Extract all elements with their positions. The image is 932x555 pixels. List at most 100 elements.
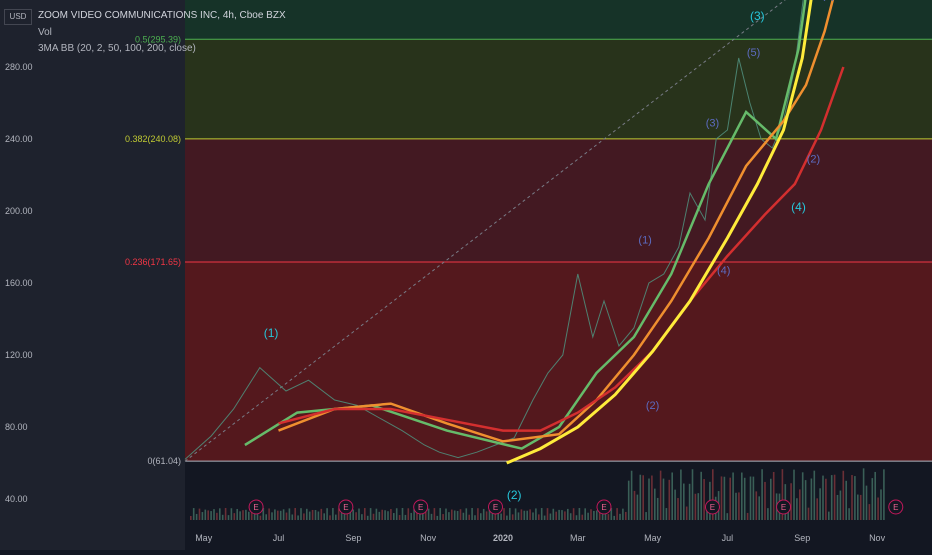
volume-bar — [746, 512, 749, 520]
currency-label: USD — [4, 9, 32, 25]
volume-bar — [369, 508, 372, 520]
x-tick-label: Nov — [420, 533, 437, 543]
volume-bar — [233, 513, 236, 520]
volume-bar — [219, 508, 221, 520]
volume-bar — [430, 513, 433, 520]
volume-bar — [596, 510, 598, 520]
volume-bar — [459, 509, 462, 520]
volume-bar — [569, 513, 572, 520]
volume-bar — [268, 508, 270, 520]
volume-bar — [616, 508, 618, 520]
volume-bar — [259, 515, 262, 520]
earnings-marker-label: E — [493, 503, 498, 512]
volume-bar — [395, 508, 398, 520]
volume-bar — [726, 513, 729, 520]
volume-bar — [378, 511, 381, 520]
volume-bar — [555, 511, 557, 520]
fib-level-label: 0(61.04) — [147, 456, 181, 466]
volume-bar — [230, 508, 233, 520]
volume-bar — [755, 491, 758, 520]
volume-bar — [207, 510, 209, 520]
volume-bar — [584, 508, 586, 520]
volume-bar — [340, 512, 343, 520]
volume-bar — [793, 469, 795, 520]
y-tick-label: 160.00 — [5, 278, 33, 288]
chart-title: ZOOM VIDEO COMMUNICATIONS INC, 4h, Cboe … — [38, 10, 286, 21]
volume-bar — [761, 469, 763, 520]
volume-bar — [630, 470, 633, 520]
volume-bar — [799, 489, 801, 520]
volume-bar — [871, 478, 874, 520]
volume-bar — [859, 494, 862, 520]
volume-bar — [607, 514, 610, 520]
volume-bar — [743, 477, 746, 520]
volume-bar — [836, 494, 839, 520]
volume-bar — [619, 513, 621, 520]
volume-bar — [654, 488, 656, 520]
volume-bar — [790, 483, 792, 520]
volume-bar — [372, 513, 375, 520]
volume-bar — [311, 509, 314, 520]
volume-bar — [355, 512, 357, 520]
volume-bar — [703, 479, 705, 520]
volume-bar — [816, 498, 818, 520]
bollinger-indicator-label[interactable]: 3MA BB (20, 2, 50, 100, 200, close) — [38, 43, 196, 54]
earnings-marker-label: E — [253, 503, 258, 512]
volume-bar — [877, 497, 879, 520]
x-tick-label: Sep — [794, 533, 810, 543]
volume-bar — [749, 476, 752, 520]
earnings-marker-label: E — [343, 503, 348, 512]
volume-bar — [671, 472, 673, 520]
volume-bar — [770, 478, 772, 520]
volume-bar — [277, 510, 279, 520]
y-tick-label: 40.00 — [5, 494, 28, 504]
volume-bar — [833, 474, 836, 520]
price-axis-panel — [0, 0, 185, 550]
volume-bar — [851, 475, 853, 520]
volume-bar — [436, 515, 439, 520]
volume-bar — [245, 509, 247, 520]
volume-bar — [297, 515, 299, 520]
volume-bar — [857, 494, 859, 520]
volume-bar — [764, 481, 766, 520]
volume-bar — [332, 508, 334, 520]
volume-bar — [274, 509, 276, 520]
volume-bar — [326, 508, 328, 520]
volume-bar — [190, 516, 192, 520]
volume-bar — [503, 508, 505, 520]
volume-bar — [564, 511, 566, 520]
volume-bar — [526, 510, 528, 520]
x-tick-label: Jul — [722, 533, 734, 543]
volume-bar — [868, 504, 871, 520]
earnings-marker-label: E — [418, 503, 423, 512]
volume-bar — [651, 475, 653, 520]
volume-bar — [485, 511, 488, 520]
volume-bar — [819, 488, 821, 520]
volume-bar — [697, 493, 700, 520]
volume-indicator-label[interactable]: Vol — [38, 27, 52, 38]
volume-bar — [198, 508, 201, 520]
volume-bar — [401, 508, 404, 520]
volume-bar — [674, 489, 676, 520]
volume-bar — [511, 514, 514, 520]
volume-bar — [735, 492, 737, 520]
volume-bar — [442, 514, 444, 520]
x-tick-label: 2020 — [493, 533, 513, 543]
volume-bar — [538, 514, 540, 520]
volume-bar — [575, 515, 578, 520]
volume-bar — [828, 511, 830, 520]
volume-bar — [845, 480, 847, 520]
volume-bar — [500, 513, 502, 520]
volume-bar — [335, 514, 337, 520]
volume-bar — [680, 469, 682, 520]
earnings-marker-label: E — [893, 503, 898, 512]
volume-bar — [741, 472, 743, 520]
fib-band — [185, 262, 932, 462]
wave-label: (4) — [717, 265, 730, 277]
fib-level-label: 0.382(240.08) — [125, 134, 181, 144]
volume-bar — [239, 511, 241, 520]
earnings-marker-label: E — [710, 503, 715, 512]
x-tick-label: Mar — [570, 533, 586, 543]
volume-bar — [201, 512, 204, 520]
volume-bar — [662, 478, 665, 520]
